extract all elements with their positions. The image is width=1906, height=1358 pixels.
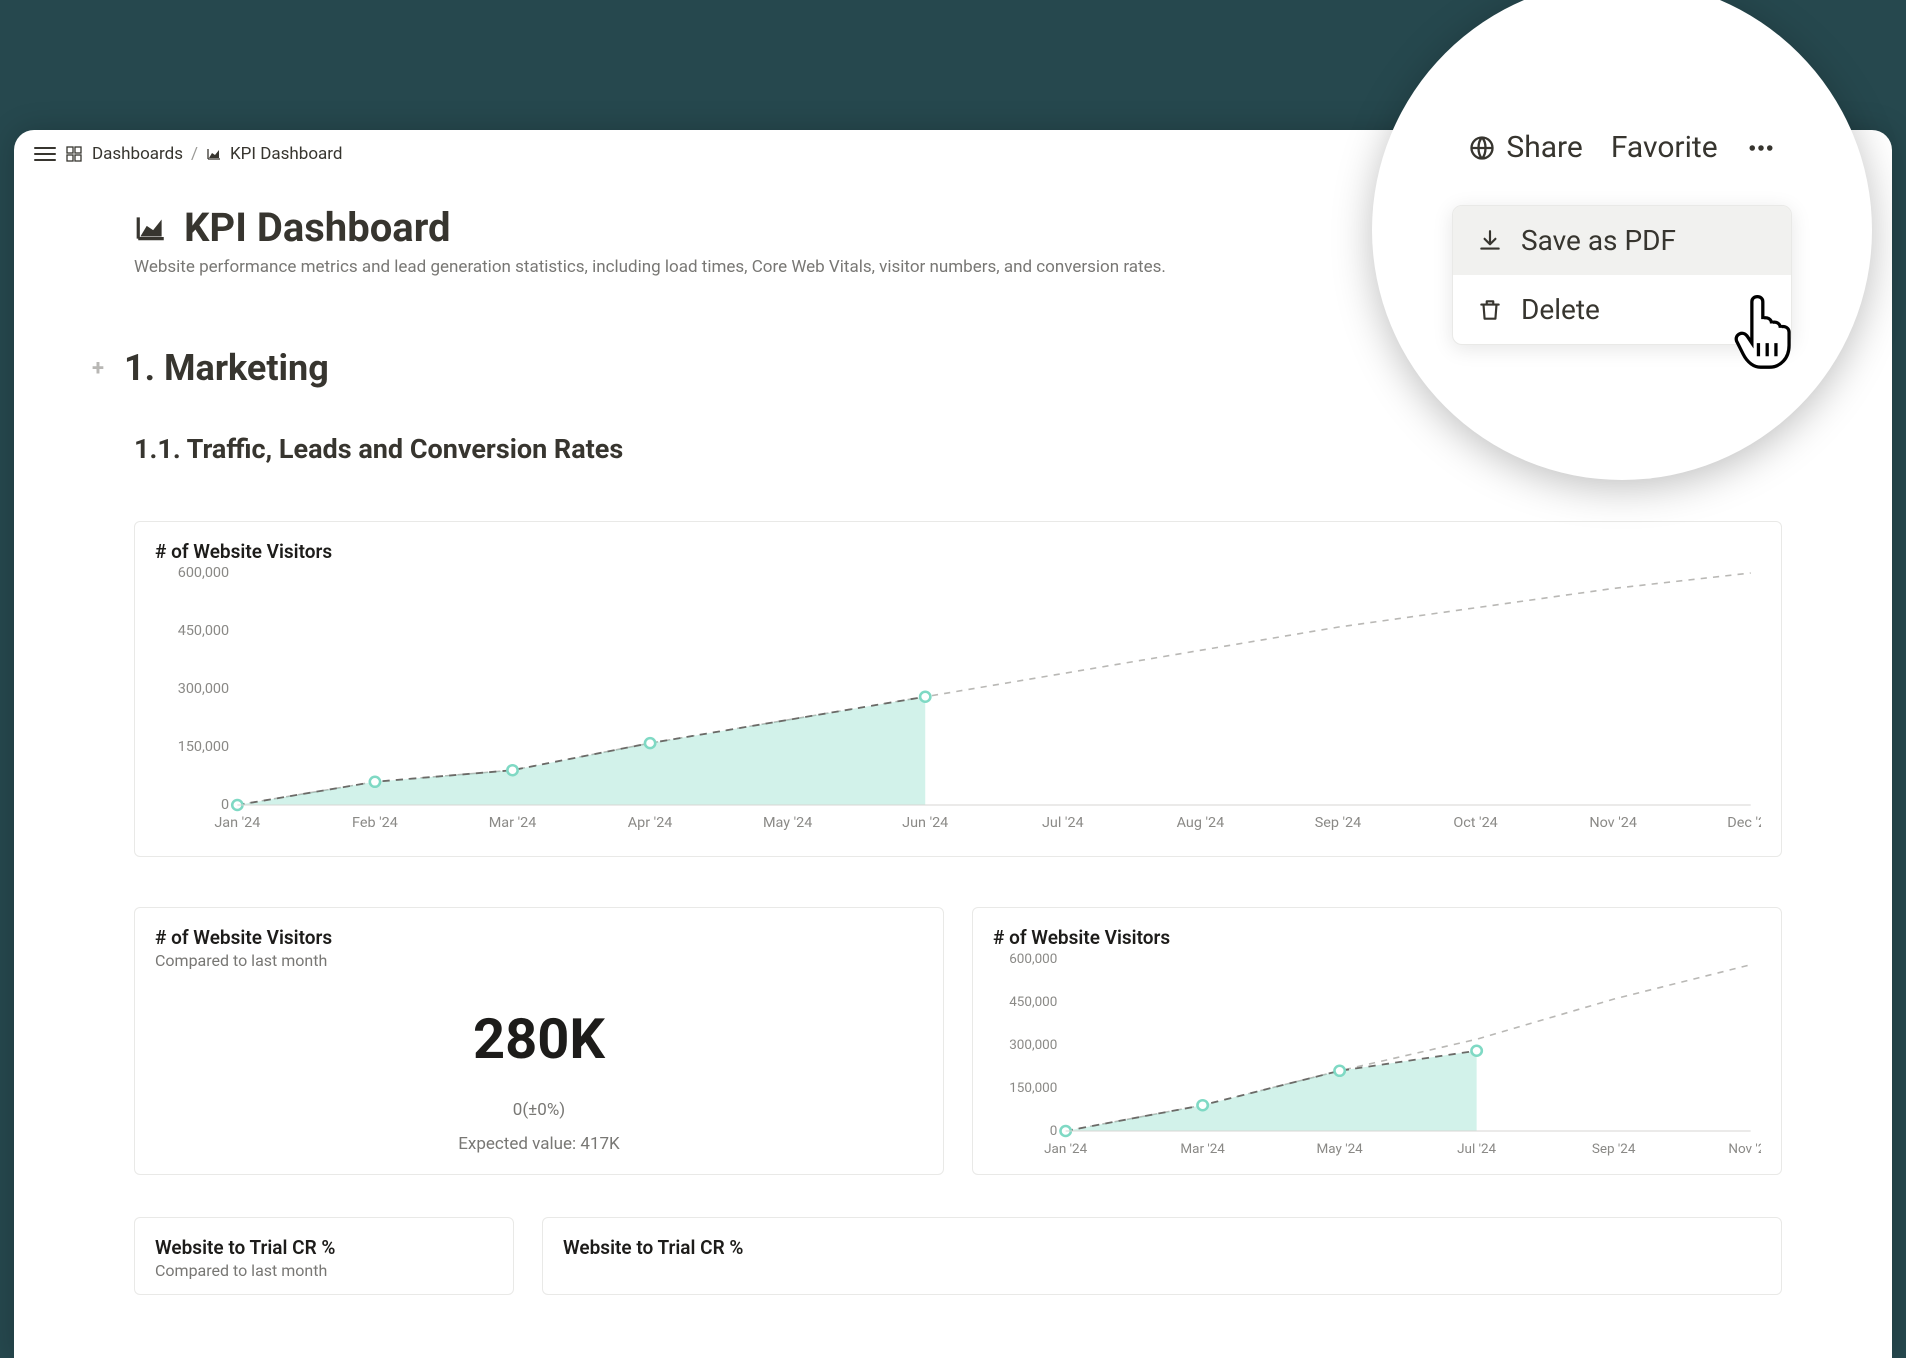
svg-text:Aug '24: Aug '24 (1177, 815, 1225, 831)
visitors-small-chart-card: # of Website Visitors 0 150,000 300,000 450… (972, 907, 1782, 1175)
overlay-actions-row: Share Favorite (1468, 130, 1775, 165)
favorite-button[interactable]: Favorite (1611, 130, 1718, 165)
breadcrumb-root[interactable]: Dashboards (92, 144, 183, 164)
share-button[interactable]: Share (1468, 130, 1582, 165)
card-title: Website to Trial CR % (563, 1236, 1761, 1259)
favorite-label: Favorite (1611, 130, 1718, 165)
kpi-value: 280K (155, 1006, 923, 1072)
card-subtitle: Compared to last month (155, 951, 923, 970)
menu-item-save-pdf[interactable]: Save as PDF (1453, 206, 1791, 275)
menu-item-label: Delete (1521, 293, 1600, 326)
svg-text:450,000: 450,000 (1009, 995, 1057, 1010)
more-button[interactable] (1746, 133, 1776, 163)
card-title: Website to Trial CR % (155, 1236, 493, 1259)
more-horizontal-icon (1746, 133, 1776, 163)
svg-text:May '24: May '24 (763, 815, 812, 831)
svg-text:Mar '24: Mar '24 (489, 815, 537, 831)
svg-text:300,000: 300,000 (178, 681, 229, 697)
globe-icon (1468, 134, 1496, 162)
visitors-kpi-card: # of Website Visitors Compared to last m… (134, 907, 944, 1175)
svg-text:600,000: 600,000 (178, 565, 229, 581)
visitors-small-line-chart: 0 150,000 300,000 450,000 600,000 Jan '24 Mar … (993, 949, 1761, 1159)
kpi-delta: 0(±0%) (155, 1100, 923, 1120)
visitors-line-chart: 0 150,000 300,000 450,000 600,000 Jan '24 Feb … (155, 563, 1761, 833)
actions-overlay: Share Favorite Save as PDF Delete (1372, 0, 1872, 480)
svg-text:Jul '24: Jul '24 (1042, 815, 1084, 831)
svg-text:Mar '24: Mar '24 (1180, 1142, 1225, 1157)
svg-text:Nov '24: Nov '24 (1728, 1142, 1761, 1157)
add-block-icon[interactable]: + (86, 356, 110, 381)
svg-text:600,000: 600,000 (1009, 952, 1057, 967)
svg-text:450,000: 450,000 (178, 623, 229, 639)
dashboards-grid-icon (66, 146, 82, 162)
svg-text:Sep '24: Sep '24 (1592, 1142, 1636, 1157)
svg-text:Jul '24: Jul '24 (1457, 1142, 1497, 1157)
trial-cr-card-b: Website to Trial CR % (542, 1217, 1782, 1295)
download-icon (1477, 228, 1503, 254)
svg-text:Jan '24: Jan '24 (1044, 1142, 1088, 1157)
svg-text:150,000: 150,000 (178, 739, 229, 755)
svg-text:Sep '24: Sep '24 (1315, 815, 1362, 831)
row-kpi-smallchart: # of Website Visitors Compared to last m… (134, 907, 1782, 1175)
visitors-chart-card: # of Website Visitors 0 150,000 300,000 450… (134, 521, 1782, 857)
menu-icon[interactable] (34, 147, 56, 161)
trash-icon (1477, 297, 1503, 323)
card-title: # of Website Visitors (155, 926, 923, 949)
card-title: # of Website Visitors (155, 540, 1761, 563)
chart-area-icon (134, 211, 168, 245)
svg-text:May '24: May '24 (1317, 1142, 1364, 1157)
share-label: Share (1506, 130, 1582, 165)
cursor-pointer-icon (1730, 290, 1800, 374)
card-subtitle: Compared to last month (155, 1261, 493, 1280)
svg-text:Oct '24: Oct '24 (1453, 815, 1497, 831)
kpi-expected: Expected value: 417K (155, 1134, 923, 1154)
row-trial-cr: Website to Trial CR % Compared to last m… (134, 1217, 1782, 1295)
breadcrumb: Dashboards / KPI Dashboard (92, 144, 342, 164)
page-title: KPI Dashboard (184, 204, 450, 251)
chart-area-icon (206, 146, 222, 162)
breadcrumb-separator: / (191, 144, 198, 164)
svg-text:Nov '24: Nov '24 (1589, 815, 1637, 831)
menu-item-label: Save as PDF (1521, 224, 1676, 257)
svg-text:300,000: 300,000 (1009, 1038, 1057, 1053)
svg-text:Feb '24: Feb '24 (352, 815, 398, 831)
svg-text:Jun '24: Jun '24 (902, 815, 948, 831)
section-heading-text: 1. Marketing (124, 347, 329, 389)
svg-text:Dec '24: Dec '24 (1727, 815, 1761, 831)
svg-text:150,000: 150,000 (1009, 1081, 1057, 1096)
breadcrumb-current[interactable]: KPI Dashboard (230, 144, 342, 164)
card-title: # of Website Visitors (993, 926, 1761, 949)
svg-text:0: 0 (1050, 1124, 1058, 1139)
svg-text:Jan '24: Jan '24 (214, 815, 260, 831)
svg-text:0: 0 (221, 797, 229, 813)
trial-cr-card-a: Website to Trial CR % Compared to last m… (134, 1217, 514, 1295)
svg-text:Apr '24: Apr '24 (628, 815, 673, 831)
